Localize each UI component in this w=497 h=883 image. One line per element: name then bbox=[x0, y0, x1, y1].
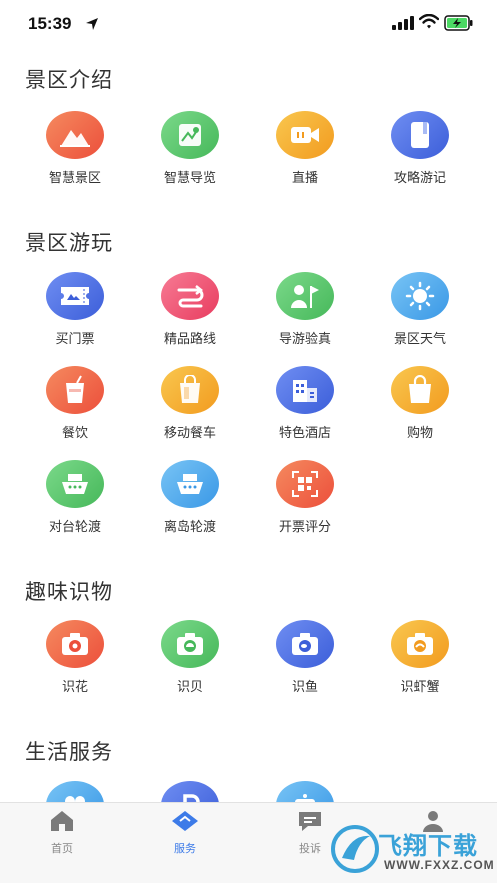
tile-label: 对台轮渡 bbox=[48, 519, 101, 534]
battery-charging-icon bbox=[444, 15, 473, 31]
tile-label: 识虾蟹 bbox=[400, 679, 440, 694]
location-arrow-icon bbox=[86, 18, 98, 30]
camera-flower-icon bbox=[46, 620, 104, 668]
tile-live[interactable]: 直播 bbox=[255, 111, 355, 186]
tile-cross-strait-ferry[interactable]: 对台轮渡 bbox=[25, 460, 125, 535]
tile-travel-notes[interactable]: 攻略游记 bbox=[370, 111, 470, 186]
map-icon bbox=[161, 111, 219, 159]
tab-label: 首页 bbox=[51, 843, 73, 855]
tile-scenic-weather[interactable]: 景区天气 bbox=[370, 272, 470, 347]
tile-buy-ticket[interactable]: 买门票 bbox=[25, 272, 125, 347]
section-title: 景区游玩 bbox=[25, 232, 113, 255]
tile-label: 精品路线 bbox=[163, 331, 216, 346]
tile-label: 买门票 bbox=[55, 331, 95, 346]
ferry-ship-icon bbox=[46, 460, 104, 508]
tile-featured-hotel[interactable]: 特色酒店 bbox=[255, 366, 355, 441]
camera-shell-icon bbox=[161, 620, 219, 668]
guide-flag-icon bbox=[276, 272, 334, 320]
service-content[interactable]: 景区介绍 智慧景区 智慧导览 直播 攻略游记 景区游玩 买门票 精品路线 导游验… bbox=[0, 50, 497, 802]
video-camera-icon bbox=[276, 111, 334, 159]
tile-boutique-route[interactable]: 精品路线 bbox=[140, 272, 240, 347]
watermark-text: 飞翔下载 bbox=[378, 833, 478, 860]
tile-life-service-3[interactable] bbox=[255, 781, 355, 802]
watermark-logo-icon bbox=[331, 825, 379, 873]
tile-label: 离岛轮渡 bbox=[163, 519, 216, 534]
tile-identify-flower[interactable]: 识花 bbox=[25, 620, 125, 695]
tile-smart-scenic[interactable]: 智慧景区 bbox=[25, 111, 125, 186]
tile-label: 识贝 bbox=[176, 679, 203, 694]
wifi-icon bbox=[419, 14, 439, 29]
tile-identify-fish[interactable]: 识鱼 bbox=[255, 620, 355, 695]
food-bag-icon bbox=[161, 366, 219, 414]
tile-label: 直播 bbox=[291, 170, 318, 185]
tile-invoice-rating[interactable]: 开票评分 bbox=[255, 460, 355, 535]
route-icon bbox=[161, 272, 219, 320]
tile-label: 攻略游记 bbox=[393, 170, 446, 185]
tab-home[interactable]: 首页 bbox=[22, 809, 102, 856]
tile-label: 购物 bbox=[406, 425, 433, 440]
notebook-icon bbox=[391, 111, 449, 159]
drink-cup-icon bbox=[46, 366, 104, 414]
section-title: 生活服务 bbox=[25, 741, 113, 764]
bus-icon bbox=[276, 781, 334, 802]
tile-label: 景区天气 bbox=[393, 331, 446, 346]
tab-service[interactable]: 服务 bbox=[145, 809, 225, 856]
tile-identify-shrimp-crab[interactable]: 识虾蟹 bbox=[370, 620, 470, 695]
tile-shopping[interactable]: 购物 bbox=[370, 366, 470, 441]
status-bar: 15:39 bbox=[0, 0, 497, 50]
watermark-url: WWW.FXXZ.COM bbox=[384, 858, 495, 872]
tile-life-service-1[interactable] bbox=[25, 781, 125, 802]
tile-mobile-food-truck[interactable]: 移动餐车 bbox=[140, 366, 240, 441]
people-icon bbox=[46, 781, 104, 802]
tile-smart-guide[interactable]: 智慧导览 bbox=[140, 111, 240, 186]
watermark: 飞翔下载 WWW.FXXZ.COM bbox=[330, 822, 494, 878]
tile-label: 智慧景区 bbox=[48, 170, 101, 185]
tile-label: 识花 bbox=[61, 679, 88, 694]
tile-guide-verify[interactable]: 导游验真 bbox=[255, 272, 355, 347]
camera-fish-icon bbox=[276, 620, 334, 668]
mountain-picture-icon bbox=[46, 111, 104, 159]
tile-label: 开票评分 bbox=[278, 519, 331, 534]
tile-life-service-2[interactable] bbox=[140, 781, 240, 802]
camera-crab-icon bbox=[391, 620, 449, 668]
chat-bubble-icon bbox=[299, 812, 321, 831]
tab-label: 服务 bbox=[174, 843, 196, 855]
hotel-building-icon bbox=[276, 366, 334, 414]
island-ship-icon bbox=[161, 460, 219, 508]
qr-code-icon bbox=[276, 460, 334, 508]
section-title: 景区介绍 bbox=[25, 69, 113, 92]
shopping-bag-icon bbox=[391, 366, 449, 414]
tile-label: 识鱼 bbox=[291, 679, 318, 694]
tile-label: 导游验真 bbox=[278, 331, 331, 346]
service-diamond-icon bbox=[172, 811, 198, 831]
tile-dining[interactable]: 餐饮 bbox=[25, 366, 125, 441]
parking-icon bbox=[161, 781, 219, 802]
sun-icon bbox=[391, 272, 449, 320]
tile-label: 智慧导览 bbox=[163, 170, 216, 185]
status-time: 15:39 bbox=[28, 14, 72, 33]
tile-label: 移动餐车 bbox=[163, 425, 216, 440]
tile-label: 特色酒店 bbox=[278, 425, 331, 440]
home-icon bbox=[51, 811, 73, 831]
tile-island-ferry[interactable]: 离岛轮渡 bbox=[140, 460, 240, 535]
ticket-icon bbox=[46, 272, 104, 320]
section-title: 趣味识物 bbox=[25, 581, 113, 604]
tile-label: 餐饮 bbox=[61, 425, 88, 440]
tile-identify-shell[interactable]: 识贝 bbox=[140, 620, 240, 695]
cellular-signal-icon bbox=[392, 16, 414, 30]
